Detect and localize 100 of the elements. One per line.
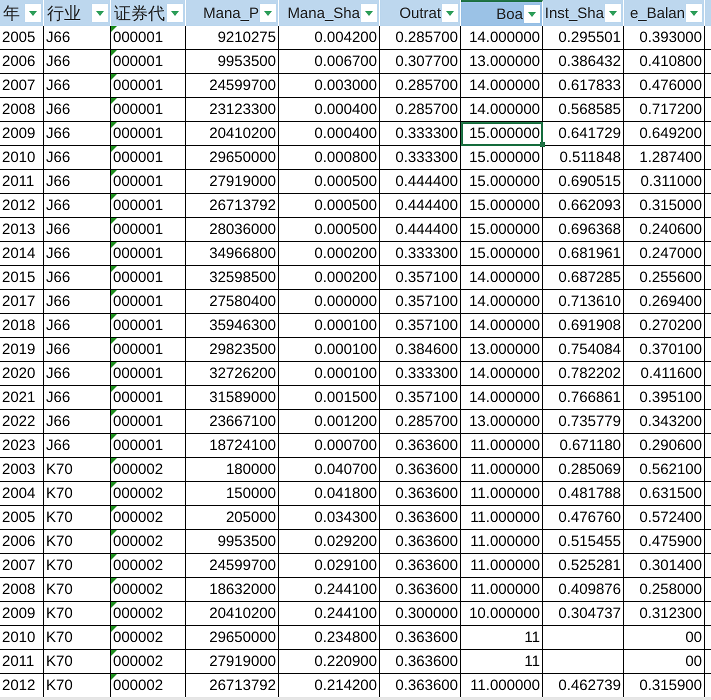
table-cell: K70	[44, 482, 111, 506]
table-cell: J66	[44, 98, 111, 122]
table-cell: J66	[44, 386, 111, 410]
column-title: Mana_Sha	[287, 6, 360, 20]
table-cell: 2006	[0, 530, 44, 554]
table-cell: 0.662093	[543, 194, 624, 218]
table-cell: 0.515455	[543, 530, 624, 554]
table-cell: 0.444400	[380, 218, 461, 242]
filter-button[interactable]	[361, 4, 377, 22]
table-cell: 0.000100	[279, 314, 380, 338]
table-cell: K70	[44, 458, 111, 482]
table-cell: 0.476760	[543, 506, 624, 530]
fill-handle[interactable]	[540, 142, 545, 147]
table-cell: 0.312300	[624, 602, 705, 626]
table-cell: 000002	[111, 578, 186, 602]
table-cell: 11.000000	[461, 458, 543, 482]
table-cell: K70	[44, 650, 111, 674]
dropdown-arrow-icon	[528, 12, 536, 16]
table-cell: J66	[44, 314, 111, 338]
column-title: Boa	[496, 6, 523, 22]
table-cell: 150000	[186, 482, 279, 506]
table-cell: J66	[44, 290, 111, 314]
table-cell: 0.269400	[624, 290, 705, 314]
table-cell: 0.300000	[380, 602, 461, 626]
table-cell: 2009	[0, 602, 44, 626]
table-cell: 13.000000	[461, 410, 543, 434]
filter-button[interactable]	[605, 4, 621, 22]
table-cell: 0.000200	[279, 266, 380, 290]
filter-button[interactable]	[25, 4, 41, 22]
filter-button[interactable]	[92, 4, 108, 22]
table-cell: 000001	[111, 146, 186, 170]
filter-button[interactable]	[524, 5, 540, 23]
table-cell: 000002	[111, 458, 186, 482]
table-cell: 2011	[0, 650, 44, 674]
table-cell: 0.562100	[624, 458, 705, 482]
table-cell: 24599700	[186, 554, 279, 578]
table-cell: 0.357100	[380, 314, 461, 338]
table-cell: 14.000000	[461, 98, 543, 122]
table-cell: 29823500	[186, 338, 279, 362]
dropdown-arrow-icon	[690, 10, 698, 16]
table-cell: 000001	[111, 386, 186, 410]
table-cell: 0.333300	[380, 122, 461, 146]
table-cell: 0.000200	[279, 242, 380, 266]
table-cell: 11.000000	[461, 530, 543, 554]
table-cell: 0.304737	[543, 602, 624, 626]
table-cell: 0.681961	[543, 242, 624, 266]
table-cell: 15.000000	[461, 242, 543, 266]
table-cell: 26713792	[186, 194, 279, 218]
table-cell: 0.713610	[543, 290, 624, 314]
table-cell: 0.295501	[543, 26, 624, 50]
table-cell: 14.000000	[461, 362, 543, 386]
dropdown-arrow-icon	[29, 10, 37, 16]
table-cell: 0.395100	[624, 386, 705, 410]
column-title: 证券代	[114, 4, 165, 22]
table-cell: 000001	[111, 314, 186, 338]
table-cell: 32726200	[186, 362, 279, 386]
table-cell: 2021	[0, 386, 44, 410]
table-cell: 0.410800	[624, 50, 705, 74]
filter-button[interactable]	[260, 4, 276, 22]
table-cell: 0.363600	[380, 650, 461, 674]
filter-button[interactable]	[686, 4, 702, 22]
table-cell: 0.333300	[380, 362, 461, 386]
table-cell: K70	[44, 506, 111, 530]
table-cell: 0.409876	[543, 578, 624, 602]
table-cell: 0.000500	[279, 194, 380, 218]
table-cell: 000001	[111, 218, 186, 242]
table-cell: 0.003000	[279, 74, 380, 98]
table-cell: 14.000000	[461, 290, 543, 314]
table-cell: 000001	[111, 26, 186, 50]
table-cell: 14.000000	[461, 26, 543, 50]
table-cell: 0.333300	[380, 146, 461, 170]
table-cell: 2004	[0, 482, 44, 506]
table-cell: 180000	[186, 458, 279, 482]
table-cell: 2011	[0, 170, 44, 194]
table-cell: 13.000000	[461, 338, 543, 362]
table-cell: 0.258000	[624, 578, 705, 602]
filter-button[interactable]	[442, 4, 458, 22]
filter-button[interactable]	[167, 4, 183, 22]
table-cell: 0.631500	[624, 482, 705, 506]
table-cell: 2020	[0, 362, 44, 386]
table-cell: 27919000	[186, 170, 279, 194]
table-cell: K70	[44, 554, 111, 578]
table-cell: 2007	[0, 554, 44, 578]
table-cell: 0.617833	[543, 74, 624, 98]
table-cell: 0.363600	[380, 578, 461, 602]
table-cell: 2009	[0, 122, 44, 146]
dropdown-arrow-icon	[96, 10, 104, 16]
table-cell: J66	[44, 338, 111, 362]
table-cell: 0.357100	[380, 386, 461, 410]
table-cell: 0.386432	[543, 50, 624, 74]
table-cell: 000001	[111, 362, 186, 386]
table-cell: 0.649200	[624, 122, 705, 146]
column-title: Inst_Sha	[544, 6, 604, 20]
table-cell: 27580400	[186, 290, 279, 314]
table-cell: 2023	[0, 434, 44, 458]
table-cell: 000001	[111, 50, 186, 74]
table-cell: 0.315000	[624, 194, 705, 218]
table-cell: 20410200	[186, 602, 279, 626]
table-cell: 0.041800	[279, 482, 380, 506]
table-cell: 0.000400	[279, 98, 380, 122]
